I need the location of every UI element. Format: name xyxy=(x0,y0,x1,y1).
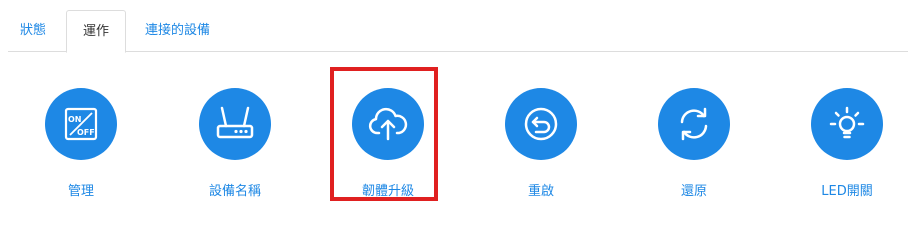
restore-icon-circle xyxy=(658,88,730,160)
manage-label: 管理 xyxy=(67,184,94,199)
firmware-upgrade-highlight-box xyxy=(330,67,438,201)
manage-icon-circle: ON OFF xyxy=(45,88,117,160)
refresh-icon xyxy=(680,107,708,141)
tab-divider xyxy=(8,51,908,52)
restart-icon xyxy=(524,107,558,141)
restore-label: 還原 xyxy=(680,184,707,199)
device-name-icon-circle xyxy=(199,88,271,160)
device-name-button[interactable]: 設備名稱 xyxy=(175,88,295,199)
on-off-switch-icon: ON OFF xyxy=(64,107,98,141)
manage-button[interactable]: ON OFF 管理 xyxy=(21,88,141,199)
restore-button[interactable]: 還原 xyxy=(634,88,754,199)
router-icon xyxy=(216,106,254,139)
led-switch-button[interactable]: LED開關 xyxy=(787,88,907,199)
device-name-label: 設備名稱 xyxy=(208,184,261,199)
lightbulb-icon xyxy=(829,106,865,139)
restart-icon-circle xyxy=(505,88,577,160)
restart-label: 重啟 xyxy=(527,184,554,199)
led-switch-icon-circle xyxy=(811,88,883,160)
off-text: OFF xyxy=(77,128,95,137)
tab-operation[interactable]: 運作 xyxy=(66,10,126,53)
tab-status[interactable]: 狀態 xyxy=(20,10,46,51)
led-switch-label: LED開關 xyxy=(821,184,873,199)
tab-bar: 狀態 運作 連接的設備 xyxy=(0,0,908,53)
tab-connected-devices[interactable]: 連接的設備 xyxy=(145,10,210,51)
restart-button[interactable]: 重啟 xyxy=(481,88,601,199)
on-text: ON xyxy=(68,115,82,124)
